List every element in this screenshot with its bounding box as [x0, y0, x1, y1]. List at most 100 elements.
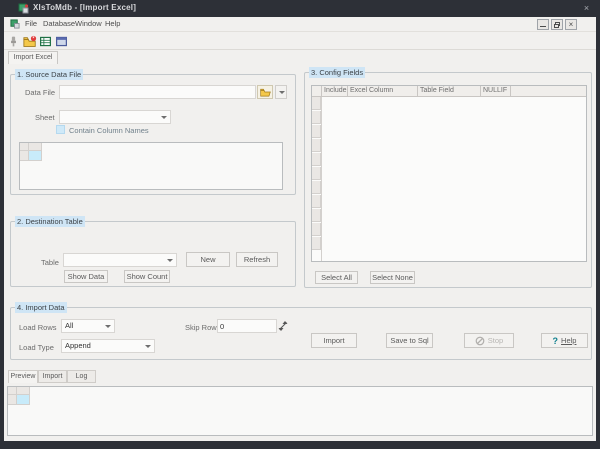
window-icon — [56, 36, 67, 47]
open-folder-icon — [259, 88, 271, 97]
load-rows-label: Load Rows — [19, 323, 57, 332]
import-data-group: 4. Import Data Load Rows All Skip Rows L… — [10, 302, 592, 360]
stop-button: Stop — [464, 333, 514, 348]
row-header-cell[interactable] — [312, 125, 321, 138]
row-header-cell[interactable] — [312, 181, 321, 194]
chevron-down-icon — [145, 345, 151, 348]
import-excel-button[interactable] — [38, 34, 53, 49]
connect-button[interactable] — [6, 34, 21, 49]
source-preview-grid[interactable] — [19, 142, 283, 190]
menu-file[interactable]: File — [25, 19, 37, 28]
load-rows-value: All — [65, 321, 74, 330]
config-grid-row-headers — [312, 97, 322, 261]
mdi-close-button[interactable]: × — [565, 19, 577, 30]
menu-window[interactable]: Window — [75, 19, 102, 28]
tab-preview[interactable]: Preview — [8, 370, 38, 383]
import-excel-icon — [40, 36, 51, 47]
config-col-rowheader — [312, 86, 322, 96]
window-title: XlsToMdb - [Import Excel] — [33, 3, 137, 12]
client-area: File Database Window Help × * Import Exc… — [4, 17, 596, 441]
menu-bar: File Database Window Help × — [4, 17, 596, 32]
source-group-title: 1. Source Data File — [15, 69, 84, 80]
minimize-icon — [540, 26, 546, 27]
save-to-sql-button[interactable]: Save to Sql — [386, 333, 433, 348]
menu-database[interactable]: Database — [43, 19, 75, 28]
show-count-button[interactable]: Show Count — [124, 270, 170, 283]
row-header-cell[interactable] — [312, 167, 321, 180]
app-logo-icon — [18, 3, 29, 14]
help-label: Help — [561, 336, 577, 345]
browse-file-button[interactable] — [257, 85, 273, 99]
skip-rows-input[interactable] — [217, 319, 277, 333]
mdi-minimize-button[interactable] — [537, 19, 549, 30]
preview-grid[interactable] — [7, 386, 593, 436]
chevron-down-icon — [161, 116, 167, 119]
tab-import[interactable]: Import — [38, 370, 67, 383]
grid-column-header-cell[interactable] — [29, 143, 42, 151]
config-col-table-field[interactable]: Table Field — [418, 86, 481, 96]
row-header-cell[interactable] — [312, 237, 321, 250]
app-window: XlsToMdb - [Import Excel] × File Databas… — [0, 0, 600, 449]
file-dropdown-button[interactable] — [275, 85, 287, 99]
row-header-cell[interactable] — [312, 195, 321, 208]
select-none-button[interactable]: Select None — [370, 271, 415, 284]
help-question-icon: ? — [552, 335, 559, 346]
row-header-cell[interactable] — [312, 223, 321, 236]
skip-rows-spinner[interactable] — [277, 319, 291, 333]
title-bar: XlsToMdb - [Import Excel] × — [0, 0, 600, 17]
show-data-button[interactable]: Show Data — [64, 270, 108, 283]
skip-rows-label: Skip Rows — [185, 323, 221, 332]
config-fields-grid[interactable]: Include Excel Column Table Field NULLIF — [311, 85, 587, 262]
contain-column-names-label: Contain Column Names — [69, 126, 149, 135]
data-file-label: Data File — [25, 88, 56, 97]
grid-row-header-cell[interactable] — [8, 395, 17, 405]
show-window-button[interactable] — [54, 34, 69, 49]
grid-corner-cell[interactable] — [8, 387, 17, 395]
new-table-button[interactable]: New — [186, 252, 230, 267]
destination-table-group: 2. Destination Table Table New Refresh S… — [10, 216, 296, 287]
row-header-cell[interactable] — [312, 111, 321, 124]
config-col-nullif[interactable]: NULLIF — [481, 86, 511, 96]
chevron-down-icon — [167, 259, 173, 262]
connect-icon — [11, 36, 16, 47]
grid-corner-cell[interactable] — [20, 143, 29, 151]
select-all-button[interactable]: Select All — [315, 271, 358, 284]
import-group-title: 4. Import Data — [15, 302, 67, 313]
grid-row-header-cell[interactable] — [20, 151, 29, 161]
row-header-cell[interactable] — [312, 97, 321, 110]
window-close-icon[interactable]: × — [580, 2, 593, 15]
mdi-restore-button[interactable] — [551, 19, 563, 30]
grid-selected-cell[interactable] — [29, 151, 42, 161]
mdi-child-icon — [10, 19, 20, 29]
source-data-file-group: 1. Source Data File Data File Sheet Cont… — [10, 69, 296, 195]
config-col-include[interactable]: Include — [322, 86, 348, 96]
row-header-cell[interactable] — [312, 153, 321, 166]
contain-column-names-checkbox[interactable] — [56, 125, 65, 134]
load-rows-combobox[interactable]: All — [61, 319, 115, 333]
toolbar: * — [4, 33, 596, 50]
sheet-combobox[interactable] — [59, 110, 171, 124]
grid-selected-cell[interactable] — [17, 395, 30, 405]
row-header-cell[interactable] — [312, 209, 321, 222]
tab-import-excel[interactable]: Import Excel — [8, 51, 58, 64]
tab-strip: Import Excel — [4, 51, 596, 64]
load-type-label: Load Type — [19, 343, 54, 352]
table-combobox[interactable] — [63, 253, 177, 267]
config-col-excel-column[interactable]: Excel Column — [348, 86, 418, 96]
data-file-input[interactable] — [59, 85, 256, 99]
refresh-button[interactable]: Refresh — [236, 252, 278, 267]
row-header-cell[interactable] — [312, 139, 321, 152]
help-button[interactable]: ? Help — [541, 333, 588, 348]
load-type-combobox[interactable]: Append — [61, 339, 155, 353]
config-col-extra — [511, 86, 586, 96]
tab-log[interactable]: Log — [67, 370, 96, 383]
open-database-icon: * — [22, 35, 36, 47]
sheet-label: Sheet — [35, 113, 55, 122]
spin-up-down-icon — [278, 321, 288, 331]
grid-column-header-cell[interactable] — [17, 387, 30, 395]
import-button[interactable]: Import — [311, 333, 357, 348]
open-database-button[interactable]: * — [22, 34, 37, 49]
menu-help[interactable]: Help — [105, 19, 120, 28]
config-group-title: 3. Config Fields — [309, 67, 366, 78]
chevron-down-icon — [279, 91, 285, 94]
